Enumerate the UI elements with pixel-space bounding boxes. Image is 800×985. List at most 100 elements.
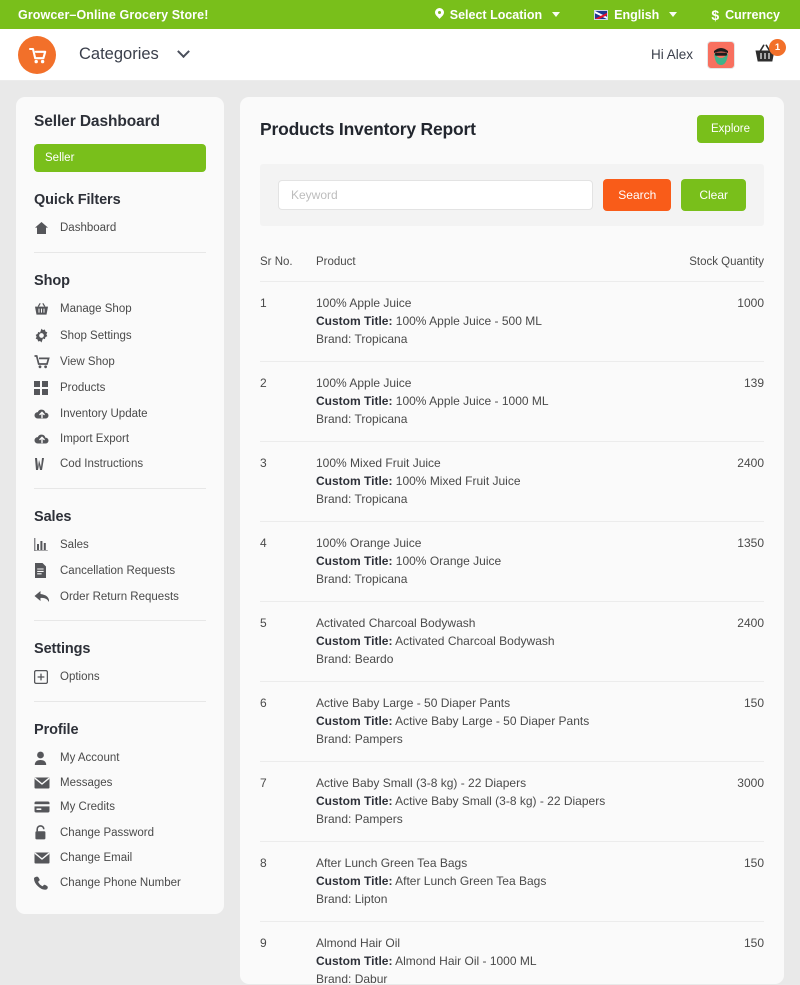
- sidebar-item-label: Import Export: [60, 432, 130, 445]
- chevron-down-icon: [176, 45, 190, 59]
- product-name: 100% Orange Juice: [316, 536, 422, 550]
- product-custom-title: Custom Title: After Lunch Green Tea Bags: [316, 874, 547, 888]
- sidebar-item-shop-settings[interactable]: Shop Settings: [34, 322, 206, 349]
- cell-product: Activated Charcoal Bodywash Custom Title:…: [316, 601, 672, 682]
- top-utility-bar: Growcer–Online Grocery Store! Select Loc…: [0, 0, 800, 29]
- sidebar-item-label: Messages: [60, 777, 113, 789]
- cell-stock-quantity: 150: [672, 681, 764, 762]
- home-icon: [34, 221, 60, 235]
- product-brand: Brand: Tropicana: [316, 492, 408, 506]
- document-icon: [34, 563, 60, 578]
- sidebar-item-change-password[interactable]: Change Password: [34, 819, 206, 846]
- custom-title-label: Custom Title:: [316, 474, 393, 488]
- sidebar-item-options[interactable]: Options: [34, 664, 206, 690]
- select-location-menu[interactable]: Select Location: [435, 8, 561, 22]
- sidebar-item-label: Sales: [60, 538, 89, 551]
- cloud-upload-icon: [34, 407, 60, 420]
- sidebar-item-view-shop[interactable]: View Shop: [34, 349, 206, 375]
- sidebar-item-my-credits[interactable]: My Credits: [34, 795, 206, 819]
- product-name: After Lunch Green Tea Bags: [316, 856, 468, 870]
- sidebar-item-messages[interactable]: Messages: [34, 771, 206, 795]
- inventory-report-card: Products Inventory Report Explore Search…: [240, 97, 784, 984]
- custom-title-label: Custom Title:: [316, 794, 393, 808]
- custom-title-label: Custom Title:: [316, 554, 393, 568]
- cell-product: 100% Orange Juice Custom Title: 100% Oran…: [316, 521, 672, 602]
- table-row: 3 100% Mixed Fruit Juice Custom Title: 100…: [260, 441, 764, 522]
- chevron-down-icon: [552, 12, 561, 17]
- language-menu[interactable]: English: [594, 8, 678, 22]
- cell-sr-no: 8: [260, 841, 316, 922]
- product-brand: Brand: Tropicana: [316, 572, 408, 586]
- product-custom-title: Custom Title: Activated Charcoal Bodywas…: [316, 634, 555, 648]
- sidebar-item-manage-shop[interactable]: Manage Shop: [34, 296, 206, 322]
- table-row: 6 Active Baby Large - 50 Diaper Pants Cust…: [260, 681, 764, 762]
- sidebar-item-import-export[interactable]: Import Export: [34, 426, 206, 451]
- sidebar-item-change-phone-number[interactable]: Change Phone Number: [34, 870, 206, 896]
- sidebar-item-label: My Account: [60, 752, 120, 764]
- cell-sr-no: 6: [260, 681, 316, 762]
- currency-menu[interactable]: $ Currency: [711, 7, 780, 23]
- cart-button[interactable]: 1: [752, 38, 786, 69]
- cell-stock-quantity: 1000: [672, 281, 764, 362]
- categories-label: Categories: [79, 45, 159, 63]
- sidebar-item-label: My Credits: [60, 801, 115, 813]
- table-row: 9 Almond Hair Oil Custom Title: Almond Hai…: [260, 921, 764, 984]
- product-brand: Brand: Lipton: [316, 892, 388, 906]
- sidebar-item-label: Options: [60, 671, 100, 683]
- sidebar-item-order-return-requests[interactable]: Order Return Requests: [34, 584, 206, 609]
- product-name: 100% Apple Juice: [316, 296, 412, 310]
- credit-card-icon: [34, 801, 60, 813]
- user-greeting[interactable]: Hi Alex: [651, 47, 693, 62]
- sidebar-item-change-email[interactable]: Change Email: [34, 846, 206, 870]
- product-custom-title: Custom Title: 100% Apple Juice - 1000 ML: [316, 394, 549, 408]
- cell-stock-quantity: 1350: [672, 521, 764, 602]
- dollar-icon: $: [711, 6, 720, 23]
- avatar[interactable]: [707, 40, 735, 69]
- site-logo[interactable]: [18, 35, 56, 74]
- flag-w-icon: [34, 457, 60, 471]
- search-panel: Search Clear: [260, 164, 764, 226]
- currency-label: Currency: [725, 7, 780, 22]
- sidebar-title: Seller Dashboard: [34, 113, 160, 130]
- product-brand: Brand: Dabur: [316, 972, 388, 984]
- sidebar-item-label: Inventory Update: [60, 407, 148, 420]
- product-custom-title: Custom Title: Active Baby Small (3-8 kg)…: [316, 794, 606, 808]
- seller-button[interactable]: Seller: [34, 144, 206, 172]
- sidebar-item-sales[interactable]: Sales: [34, 532, 206, 557]
- product-brand: Brand: Pampers: [316, 812, 403, 826]
- table-row: 2 100% Apple Juice Custom Title: 100% Appl…: [260, 361, 764, 442]
- sidebar-divider: [34, 488, 206, 489]
- sidebar-item-label: Dashboard: [60, 222, 117, 234]
- sidebar-item-dashboard[interactable]: Dashboard: [34, 215, 206, 241]
- clear-button[interactable]: Clear: [681, 179, 746, 211]
- product-name: Almond Hair Oil: [316, 936, 401, 950]
- explore-button[interactable]: Explore: [697, 115, 764, 143]
- cell-stock-quantity: 139: [672, 361, 764, 442]
- column-header-sr-no: Sr No.: [260, 248, 316, 282]
- sidebar-item-products[interactable]: Products: [34, 375, 206, 401]
- sidebar-item-label: Order Return Requests: [60, 590, 179, 603]
- sidebar-item-label: Change Password: [60, 826, 154, 839]
- cell-stock-quantity: 2400: [672, 601, 764, 682]
- table-header: Sr No. Product Stock Quantity: [260, 248, 764, 282]
- sidebar-item-cancellation-requests[interactable]: Cancellation Requests: [34, 557, 206, 584]
- grid-icon: [34, 381, 60, 395]
- sidebar-item-cod-instructions[interactable]: Cod Instructions: [34, 451, 206, 477]
- search-button[interactable]: Search: [603, 179, 672, 211]
- custom-title-label: Custom Title:: [316, 714, 393, 728]
- sidebar-item-inventory-update[interactable]: Inventory Update: [34, 401, 206, 426]
- sidebar-item-my-account[interactable]: My Account: [34, 745, 206, 771]
- phone-icon: [34, 876, 60, 890]
- sidebar-heading-sales: Sales: [34, 509, 72, 525]
- search-input[interactable]: [278, 180, 594, 210]
- cell-sr-no: 9: [260, 921, 316, 984]
- sidebar-item-label: Cancellation Requests: [60, 564, 176, 577]
- cart-icon: [34, 355, 60, 369]
- cell-sr-no: 3: [260, 441, 316, 522]
- categories-menu[interactable]: Categories: [79, 45, 190, 64]
- product-custom-title: Custom Title: Almond Hair Oil - 1000 ML: [316, 954, 537, 968]
- product-name: 100% Apple Juice: [316, 376, 412, 390]
- product-custom-title: Custom Title: 100% Apple Juice - 500 ML: [316, 314, 542, 328]
- sidebar-item-label: View Shop: [60, 356, 115, 368]
- table-row: 4 100% Orange Juice Custom Title: 100% Ora…: [260, 521, 764, 602]
